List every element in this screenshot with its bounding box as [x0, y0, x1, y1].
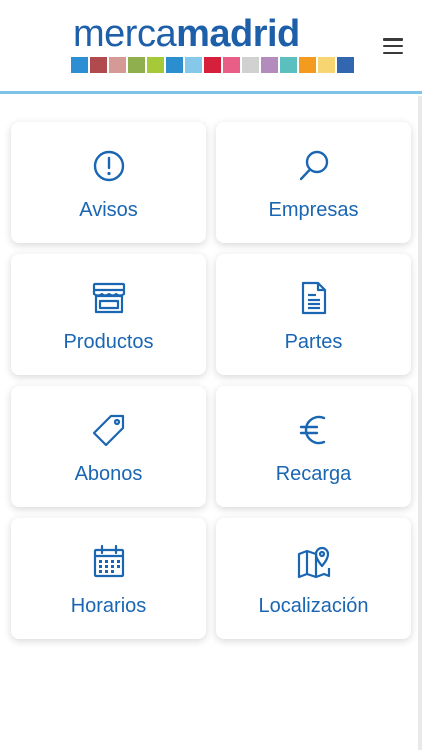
- calendar-icon: [91, 544, 127, 580]
- menu-grid: Avisos Empresas Productos Partes Abonos …: [0, 94, 422, 750]
- tile-abonos[interactable]: Abonos: [11, 386, 206, 507]
- tile-label: Recarga: [275, 463, 352, 485]
- document-icon: [296, 280, 332, 316]
- logo-color-stripe: [299, 57, 316, 73]
- logo-color-stripe: [204, 57, 221, 73]
- tile-productos[interactable]: Productos: [11, 254, 206, 375]
- tile-avisos[interactable]: Avisos: [11, 122, 206, 243]
- tile-label: Partes: [284, 331, 343, 353]
- euro-icon: [296, 412, 332, 448]
- price-tag-icon: [91, 412, 127, 448]
- tile-partes[interactable]: Partes: [216, 254, 411, 375]
- tile-label: Avisos: [79, 199, 138, 221]
- logo-color-stripe: [109, 57, 126, 73]
- logo-color-stripes: [71, 57, 354, 73]
- tile-label: Localización: [258, 595, 369, 617]
- logo-color-stripe: [242, 57, 259, 73]
- app-header: mercamadrid: [0, 0, 422, 94]
- logo-wordmark: mercamadrid: [73, 12, 300, 56]
- tile-localizacion[interactable]: Localización: [216, 518, 411, 639]
- logo-color-stripe: [337, 57, 354, 73]
- logo-color-stripe: [71, 57, 88, 73]
- tile-recarga[interactable]: Recarga: [216, 386, 411, 507]
- tile-horarios[interactable]: Horarios: [11, 518, 206, 639]
- exclamation-circle-icon: [91, 148, 127, 184]
- logo-color-stripe: [261, 57, 278, 73]
- search-icon: [296, 148, 332, 184]
- tile-label: Horarios: [70, 595, 147, 617]
- tile-empresas[interactable]: Empresas: [216, 122, 411, 243]
- tile-label: Empresas: [268, 199, 359, 221]
- map-pin-icon: [296, 544, 332, 580]
- logo-text-light: merca: [73, 13, 177, 55]
- logo-color-stripe: [128, 57, 145, 73]
- store-icon: [91, 280, 127, 316]
- logo-color-stripe: [166, 57, 183, 73]
- tile-label: Productos: [63, 331, 154, 353]
- logo-color-stripe: [280, 57, 297, 73]
- logo-color-stripe: [185, 57, 202, 73]
- scrollbar[interactable]: [418, 96, 422, 750]
- logo-color-stripe: [318, 57, 335, 73]
- logo-text-bold: madrid: [176, 13, 300, 55]
- mercamadrid-logo: mercamadrid: [71, 12, 354, 76]
- logo-color-stripe: [90, 57, 107, 73]
- hamburger-menu-icon[interactable]: [383, 38, 403, 54]
- logo-color-stripe: [147, 57, 164, 73]
- logo-color-stripe: [223, 57, 240, 73]
- tile-label: Abonos: [74, 463, 143, 485]
